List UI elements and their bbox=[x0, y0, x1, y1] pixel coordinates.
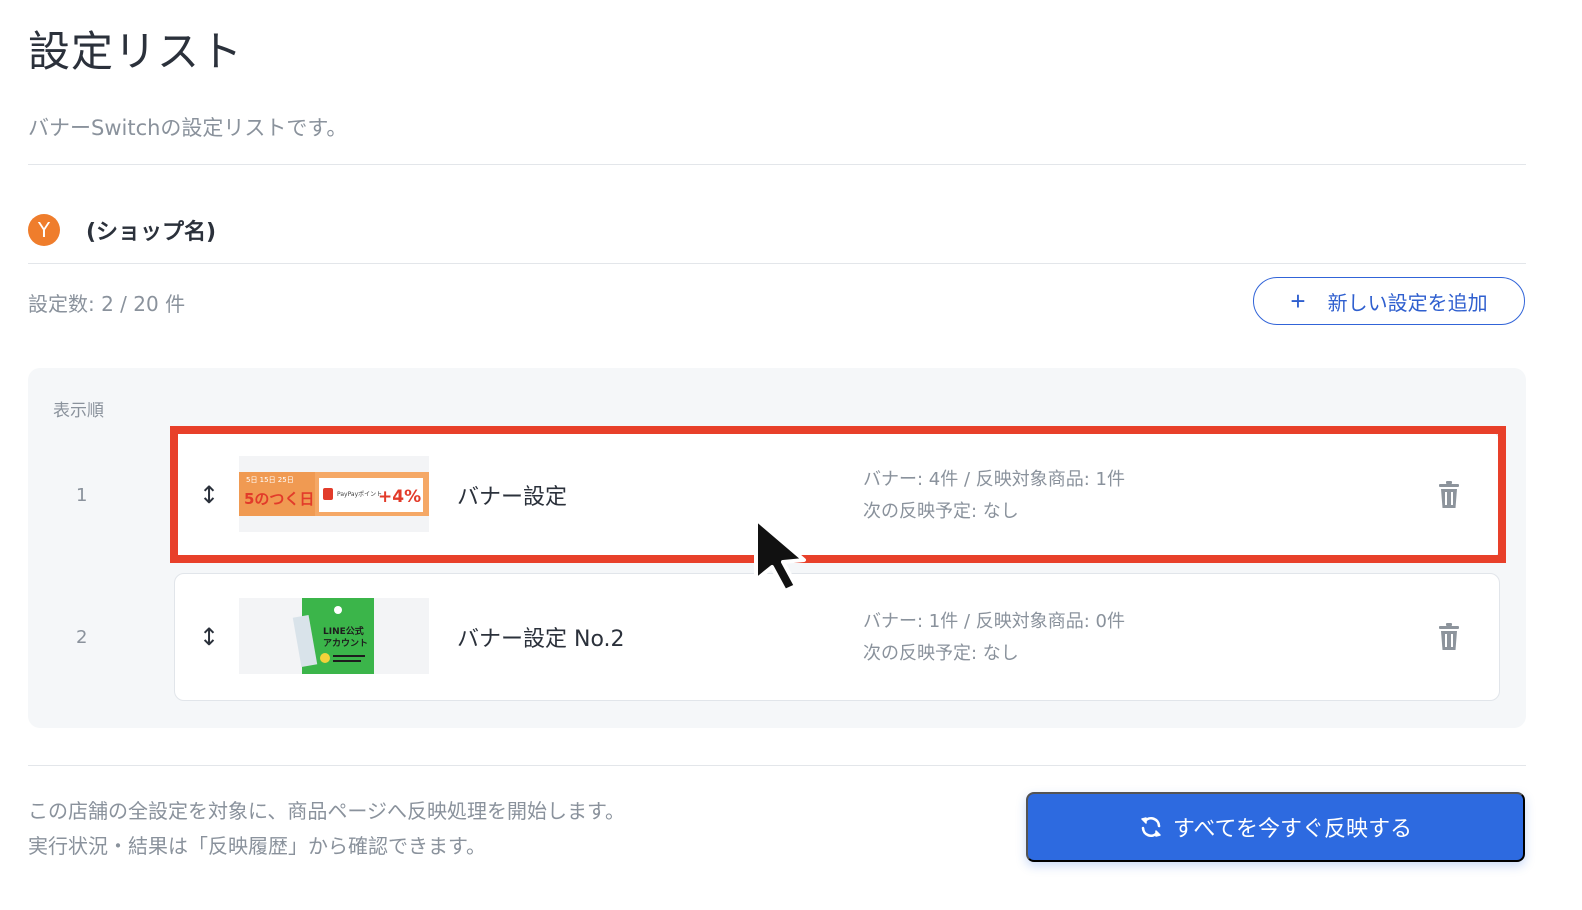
footer-note-line2: 実行状況・結果は「反映履歴」から確認できます。 bbox=[28, 834, 486, 858]
shop-divider bbox=[28, 263, 1526, 264]
setting-meta-banners: バナー: 1件 / 反映対象商品: 0件 bbox=[863, 611, 1125, 632]
apply-all-button[interactable]: すべてを今すぐ反映する bbox=[1026, 792, 1525, 862]
setting-meta: バナー: 4件 / 反映対象商品: 1件 次の反映予定: なし bbox=[863, 464, 1125, 528]
add-setting-button[interactable]: + 新しい設定を追加 bbox=[1253, 277, 1525, 325]
order-number: 1 bbox=[76, 485, 88, 506]
setting-name: バナー設定 No.2 bbox=[457, 627, 625, 652]
trash-icon[interactable] bbox=[1437, 623, 1461, 651]
page-title: 設定リスト bbox=[28, 27, 244, 76]
apply-all-label: すべてを今すぐ反映する bbox=[1172, 816, 1413, 841]
header-divider bbox=[28, 164, 1526, 165]
settings-count: 設定数: 2 / 20 件 bbox=[28, 292, 186, 316]
footer-divider bbox=[28, 765, 1526, 766]
shop-logo-icon: Y bbox=[28, 214, 60, 246]
banner-thumbnail: LINE公式 アカウント bbox=[239, 598, 429, 674]
plus-icon: + bbox=[1290, 286, 1306, 316]
add-setting-label: 新しい設定を追加 bbox=[1327, 292, 1488, 315]
refresh-icon bbox=[1141, 817, 1161, 837]
drag-handle-icon[interactable]: ↕ bbox=[199, 623, 219, 651]
thumb-big-text: 5のつく日 bbox=[244, 490, 314, 508]
order-number: 2 bbox=[76, 627, 88, 648]
thumb-dates: 5日 15日 25日 bbox=[246, 476, 294, 484]
thumb-line1: LINE公式 bbox=[323, 625, 364, 637]
mouse-pointer-icon bbox=[754, 517, 806, 593]
trash-icon[interactable] bbox=[1437, 481, 1461, 509]
page-description: バナーSwitchの設定リストです。 bbox=[28, 116, 348, 140]
banner-thumbnail-image: 5日 15日 25日 5のつく日 PayPayポイント +4% bbox=[239, 472, 429, 516]
shop-name: (ショップ名) bbox=[86, 220, 217, 245]
setting-meta-schedule: 次の反映予定: なし bbox=[863, 643, 1019, 664]
setting-card[interactable]: ↕ 5日 15日 25日 5のつく日 PayPayポイント +4% バナー設定 … bbox=[174, 431, 1500, 559]
setting-meta-schedule: 次の反映予定: なし bbox=[863, 501, 1019, 522]
setting-name: バナー設定 bbox=[457, 485, 568, 510]
shop-header: Y (ショップ名) bbox=[28, 214, 216, 246]
thumb-small-text: PayPayポイント bbox=[337, 490, 382, 498]
setting-meta-banners: バナー: 4件 / 反映対象商品: 1件 bbox=[863, 469, 1125, 490]
footer-note: この店舗の全設定を対象に、商品ページへ反映処理を開始します。 実行状況・結果は「… bbox=[28, 794, 625, 864]
thumb-line2: アカウント bbox=[323, 638, 368, 649]
setting-card[interactable]: ↕ LINE公式 アカウント バナー設定 No.2 バナー: 1件 / 反映対象… bbox=[174, 573, 1500, 701]
order-column-header: 表示順 bbox=[53, 401, 104, 421]
setting-meta: バナー: 1件 / 反映対象商品: 0件 次の反映予定: なし bbox=[863, 606, 1125, 670]
footer-note-line1: この店舗の全設定を対象に、商品ページへ反映処理を開始します。 bbox=[28, 799, 625, 823]
banner-thumbnail: 5日 15日 25日 5のつく日 PayPayポイント +4% bbox=[239, 456, 429, 532]
drag-handle-icon[interactable]: ↕ bbox=[199, 481, 219, 509]
thumb-plus-text: +4% bbox=[378, 487, 421, 507]
banner-thumbnail-image: LINE公式 アカウント bbox=[292, 598, 374, 674]
